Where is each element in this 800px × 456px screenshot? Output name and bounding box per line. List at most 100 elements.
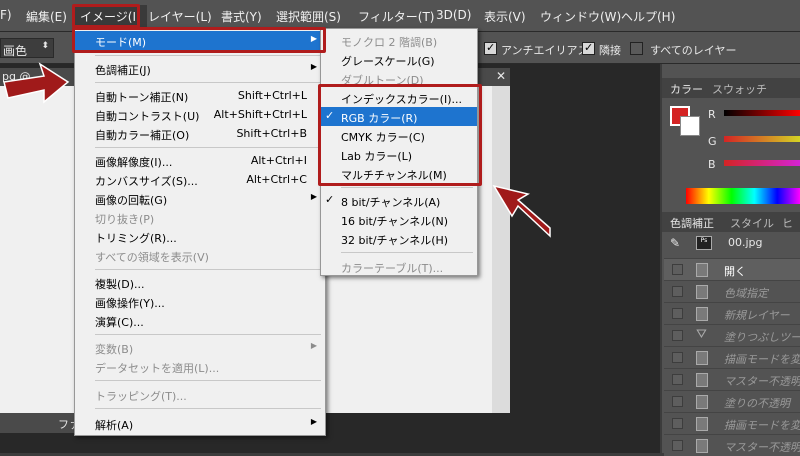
submenu-item-color-table[interactable]: カラーテーブル(T)... — [321, 257, 477, 276]
menu-separator — [341, 252, 473, 253]
menu-item-image-rotation[interactable]: 画像の回転(G) ▶ — [75, 189, 325, 208]
submenu-item-label: 8 bit/チャンネル(A) — [341, 196, 441, 209]
color-panel-tabs: カラー スウォッチ — [662, 78, 800, 98]
submenu-arrow-icon: ▶ — [310, 62, 317, 71]
menu-item-canvas-size[interactable]: カンバスサイズ(S)... Alt+Ctrl+C — [75, 170, 325, 189]
history-item-label: 色域指定 — [724, 287, 768, 300]
paint-bucket-icon: ⛛ — [696, 327, 707, 342]
mode-select[interactable]: 画色 ⬍ — [0, 38, 54, 58]
history-item[interactable]: 描画モードを変 — [664, 346, 800, 368]
background-color-swatch[interactable] — [680, 116, 700, 136]
menu-item-auto-contrast[interactable]: 自動コントラスト(U) Alt+Shift+Ctrl+L — [75, 105, 325, 124]
annotation-arrow-icon — [492, 184, 551, 238]
history-checkbox[interactable] — [672, 396, 683, 407]
menu-item-apply-image[interactable]: 画像操作(Y)... — [75, 292, 325, 311]
menu-item-image-size[interactable]: 画像解像度(I)... Alt+Ctrl+I — [75, 151, 325, 170]
menu-item-apply-dataset[interactable]: データセットを適用(L)... — [75, 357, 325, 376]
color-spectrum[interactable] — [686, 188, 800, 204]
menu-item-calculations[interactable]: 演算(C)... — [75, 311, 325, 330]
menu-item-auto-color[interactable]: 自動カラー補正(O) Shift+Ctrl+B — [75, 124, 325, 143]
tab-history[interactable]: ヒ — [782, 215, 793, 231]
green-slider[interactable] — [724, 136, 800, 142]
menu-item-label: データセットを適用(L)... — [95, 362, 220, 375]
close-icon[interactable]: ✕ — [496, 69, 506, 83]
scrollbar-vertical[interactable] — [492, 86, 510, 413]
history-doc-name: 00.jpg — [728, 236, 763, 249]
annotation-box-mode-item — [72, 27, 326, 53]
menu-item-label: 変数(B) — [95, 343, 134, 356]
menu-item-adjustments[interactable]: 色調補正(J) ▶ — [75, 59, 325, 78]
menu-view[interactable]: 表示(V) — [484, 8, 526, 25]
history-checkbox[interactable] — [672, 264, 683, 275]
history-checkbox[interactable] — [672, 374, 683, 385]
submenu-item-bitmap[interactable]: モノクロ 2 階調(B) — [321, 31, 477, 50]
menu-help[interactable]: ヘルプ(H) — [621, 8, 675, 25]
antialias-label: アンチエイリアス — [501, 44, 589, 57]
submenu-item-32bit[interactable]: 32 bit/チャンネル(H) — [321, 229, 477, 248]
channel-g-label: G — [708, 135, 717, 148]
blue-slider[interactable] — [724, 160, 800, 166]
menu-separator — [95, 147, 321, 148]
history-checkbox[interactable] — [672, 286, 683, 297]
menu-separator — [95, 334, 321, 335]
menu-3d[interactable]: 3D(D) — [436, 8, 471, 22]
history-checkbox[interactable] — [672, 440, 683, 451]
history-item-label: マスター不透明 — [724, 375, 800, 388]
menu-item-label: 複製(D)... — [95, 278, 145, 291]
history-item[interactable]: ⛛ 塗りつぶしツール — [664, 324, 800, 346]
menu-item-reveal-all[interactable]: すべての領域を表示(V) — [75, 246, 325, 265]
menu-item-label: カンバスサイズ(S)... — [95, 175, 198, 188]
history-item[interactable]: 新規レイヤー — [664, 302, 800, 324]
menu-layer[interactable]: レイヤー(L) — [148, 8, 212, 25]
document-icon — [696, 417, 708, 431]
document-icon — [696, 395, 708, 409]
menu-item-label: 色調補正(J) — [95, 64, 151, 77]
all-layers-checkbox[interactable] — [630, 42, 643, 55]
tab-color[interactable]: カラー — [670, 81, 703, 97]
menu-item-auto-tone[interactable]: 自動トーン補正(N) Shift+Ctrl+L — [75, 86, 325, 105]
history-item-label: 描画モードを変 — [724, 353, 800, 366]
submenu-item-grayscale[interactable]: グレースケール(G) — [321, 50, 477, 69]
history-checkbox[interactable] — [672, 352, 683, 363]
history-item[interactable]: マスター不透明 — [664, 368, 800, 390]
document-icon — [696, 373, 708, 387]
menu-item-label: 解析(A) — [95, 419, 134, 432]
menu-item-shortcut: Shift+Ctrl+L — [237, 89, 307, 102]
history-checkbox[interactable] — [672, 330, 683, 341]
menu-item-trim[interactable]: トリミング(R)... — [75, 227, 325, 246]
tab-adjustments[interactable]: 色調補正 — [670, 215, 714, 231]
menu-item-shortcut: Alt+Ctrl+I — [250, 154, 307, 167]
menu-type[interactable]: 書式(Y) — [221, 8, 262, 25]
menu-item-variables[interactable]: 変数(B) ▶ — [75, 338, 325, 357]
menu-item-label: 自動トーン補正(N) — [95, 91, 189, 104]
history-item[interactable]: 塗りの不透明 — [664, 390, 800, 412]
menu-filter[interactable]: フィルター(T) — [358, 8, 434, 25]
red-slider[interactable] — [724, 110, 800, 116]
menu-file[interactable]: F) — [0, 8, 12, 22]
adjacent-checkbox[interactable]: ✓ — [582, 41, 595, 55]
menu-item-shortcut: Alt+Shift+Ctrl+L — [213, 108, 307, 121]
menu-item-duplicate[interactable]: 複製(D)... — [75, 273, 325, 292]
history-item[interactable]: 開く — [664, 258, 800, 280]
tab-styles[interactable]: スタイル — [730, 215, 774, 231]
history-item[interactable]: 描画モードを変 — [664, 412, 800, 434]
checkmark-icon: ✓ — [584, 41, 594, 54]
history-checkbox[interactable] — [672, 308, 683, 319]
antialias-checkbox[interactable]: ✓ — [484, 41, 497, 55]
menu-select[interactable]: 選択範囲(S) — [276, 8, 341, 25]
menu-item-trap[interactable]: トラッピング(T)... — [75, 385, 325, 404]
tab-swatches[interactable]: スウォッチ — [712, 81, 767, 97]
adjacent-label: 隣接 — [599, 44, 621, 57]
menu-item-label: すべての領域を表示(V) — [95, 251, 209, 264]
history-checkbox[interactable] — [672, 418, 683, 429]
menu-item-crop[interactable]: 切り抜き(P) — [75, 208, 325, 227]
annotation-arrow-icon — [3, 62, 70, 104]
menu-item-analysis[interactable]: 解析(A) ▶ — [75, 414, 325, 433]
menu-window[interactable]: ウィンドウ(W) — [540, 8, 621, 25]
menu-edit[interactable]: 編集(E) — [26, 8, 67, 25]
channel-r-label: R — [708, 108, 716, 121]
submenu-item-16bit[interactable]: 16 bit/チャンネル(N) — [321, 210, 477, 229]
document-icon — [696, 307, 708, 321]
history-item[interactable]: 色域指定 — [664, 280, 800, 302]
submenu-item-8bit[interactable]: ✓ 8 bit/チャンネル(A) — [321, 191, 477, 210]
